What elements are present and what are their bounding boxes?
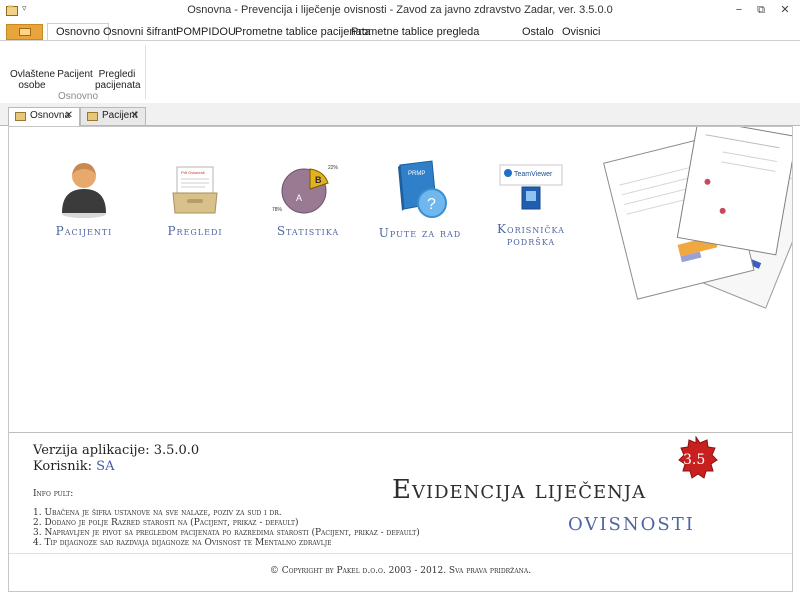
svg-text:Pdf Oviseesti: Pdf Oviseesti — [181, 170, 205, 175]
info-item: 2. Dodano je polje Razred starosti na (P… — [33, 518, 299, 528]
close-tab-icon[interactable]: ✕ — [65, 108, 73, 124]
tile-label: Pregledi — [167, 224, 223, 238]
tile-pregledi[interactable]: Pdf Oviseesti Pregledi — [147, 157, 243, 237]
svg-text:22%: 22% — [328, 165, 339, 171]
help-book-icon: PRMP ? — [398, 160, 447, 218]
svg-text:A: A — [296, 193, 302, 203]
doc-tab-osnovna[interactable]: Osnovna ✕ — [8, 107, 80, 126]
pregledi-pacijenata-button[interactable]: Pregledi pacijenata — [95, 69, 141, 91]
tile-label: Korisnička podrška — [483, 223, 579, 247]
tab-ovisnici[interactable]: Ovisnici — [556, 25, 607, 41]
svg-text:3.5: 3.5 — [683, 452, 705, 468]
ribbon-button-label: Pregledi — [98, 69, 136, 80]
folder-icon — [15, 112, 26, 121]
ribbon-group-label: Osnovno — [58, 91, 99, 102]
close-button[interactable]: ✕ — [772, 2, 798, 18]
version-label: Verzija aplikacije: 3.5.0.0 — [33, 443, 200, 458]
tile-upute-za-rad[interactable]: PRMP ? Upute za rad — [372, 157, 468, 239]
window-title: Osnovna - Prevencija i liječenje ovisnos… — [187, 4, 613, 16]
tab-ostalo[interactable]: Ostalo — [516, 25, 560, 41]
paper-stack-illustration — [603, 127, 792, 309]
file-menu-icon — [19, 28, 31, 36]
info-list: 1. Ubačena je šifra ustanove na sve nala… — [33, 508, 420, 548]
info-item: 1. Ubačena je šifra ustanove na sve nala… — [33, 508, 282, 518]
tab-prometne-tablice-pregleda[interactable]: Prometne tablice pregleda — [345, 25, 485, 41]
version-badge: 3.5 — [678, 436, 718, 479]
brand-title: Evidencija liječenja — [392, 475, 647, 505]
file-box-icon: Pdf Oviseesti — [172, 166, 218, 214]
title-bar: ▿ Osnovna - Prevencija i liječenje ovisn… — [0, 0, 800, 23]
ribbon-button-label: Ovlaštene — [10, 69, 56, 80]
tile-korisnicka-podrska[interactable]: TeamViewer Korisnička podrška — [483, 157, 579, 247]
file-menu-button[interactable] — [6, 24, 43, 40]
close-tab-icon[interactable]: ✕ — [131, 108, 139, 124]
pacijent-button[interactable]: Pacijent — [57, 69, 93, 80]
group-separator — [145, 45, 146, 99]
svg-text:B: B — [315, 175, 322, 185]
user-row: Korisnik: SA — [33, 459, 114, 474]
user-value: SA — [96, 459, 115, 474]
main-content: Pacijenti Pdf Oviseesti Pregledi B A 22%… — [8, 126, 793, 592]
copyright-text: © Copyright by Pakel d.o.o. 2003 - 2012.… — [269, 566, 532, 576]
tile-label-line: podrška — [506, 234, 556, 248]
ribbon-button-label: osobe — [18, 80, 46, 91]
ribbon-panel: Ovlaštene osobe Pacijent Pregledi pacije… — [0, 40, 800, 104]
tile-label: Pacijenti — [55, 224, 113, 238]
user-label: Korisnik: — [33, 459, 93, 474]
svg-text:PRMP: PRMP — [408, 171, 425, 177]
pie-chart-icon: B A 22% 78% — [272, 165, 339, 214]
ribbon-button-label: Pacijent — [57, 69, 93, 80]
tile-label: Upute za rad — [378, 226, 462, 240]
teamviewer-icon: TeamViewer — [499, 164, 563, 210]
info-item: 4. Tip dijagnoze sad razdvaja dijagnoze … — [33, 538, 332, 548]
ribbon-button-label: pacijenata — [95, 80, 141, 91]
content-divider — [9, 432, 792, 433]
svg-text:78%: 78% — [272, 207, 283, 213]
footer-divider — [9, 553, 792, 554]
info-header: Info pult: — [33, 489, 74, 499]
svg-text:TeamViewer: TeamViewer — [514, 171, 553, 178]
restore-button[interactable]: ⧉ — [748, 2, 774, 18]
document-tab-strip: Osnovna ✕ Pacijent ✕ — [0, 103, 800, 126]
tile-label: Statistika — [276, 224, 340, 238]
person-icon — [62, 163, 106, 218]
tile-pacijenti[interactable]: Pacijenti — [36, 157, 132, 237]
svg-text:?: ? — [427, 196, 436, 213]
ovlastene-osobe-button[interactable]: Ovlaštene osobe — [10, 69, 56, 91]
info-item: 3. Napravljen je pivot sa pregledom paci… — [33, 528, 420, 538]
folder-icon — [87, 112, 98, 121]
tile-statistika[interactable]: B A 22% 78% Statistika — [260, 157, 356, 237]
brand-subtitle: ovisnosti — [568, 507, 695, 536]
doc-tab-pacijent[interactable]: Pacijent ✕ — [80, 107, 146, 125]
